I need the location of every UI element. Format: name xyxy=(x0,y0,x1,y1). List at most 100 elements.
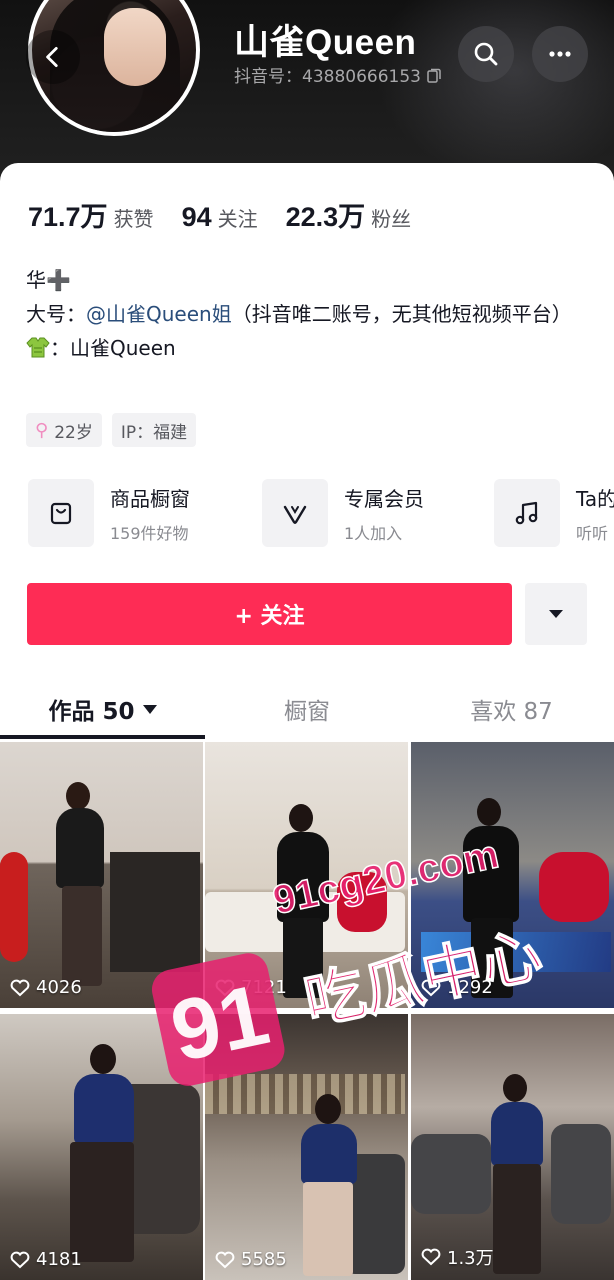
bio-mention-link[interactable]: @山雀Queen姐 xyxy=(86,302,232,326)
service-shop-title: 商品橱窗 xyxy=(110,486,190,511)
bio-line-3-text: ：山雀Queen xyxy=(50,336,176,360)
ip-tag-text: IP：福建 xyxy=(120,422,188,443)
bio-main-account-suffix: （抖音唯二账号，无其他短视频平台） xyxy=(231,302,572,326)
heart-outline-icon xyxy=(215,1251,235,1268)
music-note-icon xyxy=(494,479,560,547)
search-icon xyxy=(474,42,498,66)
person-head-shape xyxy=(289,804,313,832)
blue-light-floor-shape xyxy=(421,932,611,972)
video-likes-count: 1292 xyxy=(447,977,493,998)
heart-outline-icon xyxy=(421,1248,441,1266)
video-likes-count: 7121 xyxy=(241,977,287,998)
video-tile[interactable]: 7121 xyxy=(205,742,408,1008)
cabinet-shape xyxy=(110,852,200,972)
person-head-shape xyxy=(503,1074,527,1102)
heart-outline-icon xyxy=(10,1251,30,1268)
stat-likes-label: 获赞 xyxy=(113,207,154,231)
tab-shop-window-label: 橱窗 xyxy=(284,699,330,725)
person-body-shape xyxy=(56,808,104,888)
stat-following-label: 关注 xyxy=(217,207,258,231)
douyin-id[interactable]: 抖音号：43880666153 xyxy=(234,62,441,87)
person-body-shape xyxy=(74,1074,134,1144)
stat-followers-count: 22.3万 xyxy=(285,202,366,232)
service-shop-window[interactable]: 商品橱窗 159件好物 xyxy=(28,479,190,547)
profile-tags: ⚲ 22岁 IP：福建 xyxy=(26,413,197,447)
tab-likes[interactable]: 喜欢 87 xyxy=(409,679,614,739)
stat-followers[interactable]: 22.3万 粉丝 xyxy=(286,195,412,234)
tab-works[interactable]: 作品 50 xyxy=(0,679,205,739)
bio-line-2: 大号：@山雀Queen姐（抖音唯二账号，无其他短视频平台） xyxy=(26,302,572,326)
person-legs-shape xyxy=(62,886,102,986)
video-likes: 4026 xyxy=(10,977,82,998)
video-tile[interactable]: 4026 xyxy=(0,742,203,1008)
video-tile[interactable]: 1292 xyxy=(411,742,614,1008)
stat-likes-count: 71.7万 xyxy=(28,202,108,232)
profile-name: 山雀Queen xyxy=(234,23,417,62)
stat-following[interactable]: 94 关注 xyxy=(182,202,258,233)
bio: 华➕ 大号：@山雀Queen姐（抖音唯二账号，无其他短视频平台） ：山雀Quee… xyxy=(26,263,596,365)
bar-shelf-shape xyxy=(205,1074,405,1114)
services-row: 商品橱窗 159件好物 专属会员 1人加入 Ta的 听听 xyxy=(28,479,614,551)
service-music-title: Ta的 xyxy=(576,486,614,511)
more-dots-icon xyxy=(549,51,571,57)
person-legs-shape xyxy=(70,1142,134,1262)
bag-icon xyxy=(28,479,94,547)
person-legs-shape xyxy=(493,1164,541,1274)
follow-button[interactable]: + 关注 xyxy=(27,583,512,645)
stat-likes[interactable]: 71.7万 获赞 xyxy=(28,195,154,234)
stat-followers-label: 粉丝 xyxy=(371,207,412,231)
service-shop-sub: 159件好物 xyxy=(110,523,189,543)
bio-line-3: ：山雀Queen xyxy=(26,331,596,365)
female-icon: ⚲ xyxy=(35,419,49,441)
person-body-shape xyxy=(301,1124,357,1184)
tab-works-caret-icon xyxy=(142,704,157,714)
red-chair-shape xyxy=(337,872,387,932)
person-body-shape xyxy=(463,826,519,922)
search-button[interactable] xyxy=(458,26,514,82)
back-button[interactable] xyxy=(26,30,80,84)
heart-outline-icon xyxy=(10,979,30,996)
video-tile[interactable]: 1.3万 xyxy=(411,1014,614,1280)
person-head-shape xyxy=(477,798,501,826)
follow-dropdown-button[interactable] xyxy=(525,583,587,645)
avatar-face-shape xyxy=(104,8,166,86)
video-likes: 4181 xyxy=(10,1249,82,1270)
bio-main-account-prefix: 大号： xyxy=(26,302,86,326)
video-likes: 1292 xyxy=(421,977,493,998)
heart-outline-icon xyxy=(421,979,441,996)
lounge-chair-shape xyxy=(551,1124,611,1224)
video-likes: 5585 xyxy=(215,1249,287,1270)
ip-tag: IP：福建 xyxy=(111,413,197,447)
video-likes-count: 5585 xyxy=(241,1249,287,1270)
person-body-shape xyxy=(277,832,329,922)
service-membership-sub: 1人加入 xyxy=(344,523,403,543)
person-head-shape xyxy=(315,1094,341,1124)
video-likes-count: 1.3万 xyxy=(447,1248,494,1269)
stats-row: 71.7万 获赞 94 关注 22.3万 粉丝 xyxy=(28,195,439,234)
stat-following-count: 94 xyxy=(181,202,212,232)
video-tile[interactable]: 4181 xyxy=(0,1014,203,1280)
video-likes-count: 4026 xyxy=(36,977,82,998)
copy-icon[interactable] xyxy=(427,67,441,83)
tab-works-label: 作品 50 xyxy=(48,699,135,725)
person-head-shape xyxy=(66,782,90,810)
person-legs-shape xyxy=(283,918,323,998)
video-tile[interactable]: 5585 xyxy=(205,1014,408,1280)
more-button[interactable] xyxy=(532,26,588,82)
bio-line-1: 华➕ xyxy=(26,268,71,292)
service-music[interactable]: Ta的 听听 xyxy=(494,479,614,547)
content-tabs: 作品 50 橱窗 喜欢 87 xyxy=(0,679,614,739)
heart-outline-icon xyxy=(215,979,235,996)
service-membership-title: 专属会员 xyxy=(344,486,424,511)
video-grid: 4026 7121 1292 4181 5585 1.3万 xyxy=(0,742,614,1280)
tab-shop-window[interactable]: 橱窗 xyxy=(205,679,409,739)
caret-down-icon xyxy=(549,610,563,618)
red-chair-shape xyxy=(0,852,28,962)
service-music-sub: 听听 xyxy=(576,523,609,543)
service-membership[interactable]: 专属会员 1人加入 xyxy=(262,479,424,547)
chevron-left-icon xyxy=(46,46,58,68)
douyin-id-text: 抖音号：43880666153 xyxy=(234,67,421,87)
video-likes-count: 4181 xyxy=(36,1249,82,1270)
age-tag-text: 22岁 xyxy=(54,422,93,443)
person-legs-shape xyxy=(303,1182,353,1276)
